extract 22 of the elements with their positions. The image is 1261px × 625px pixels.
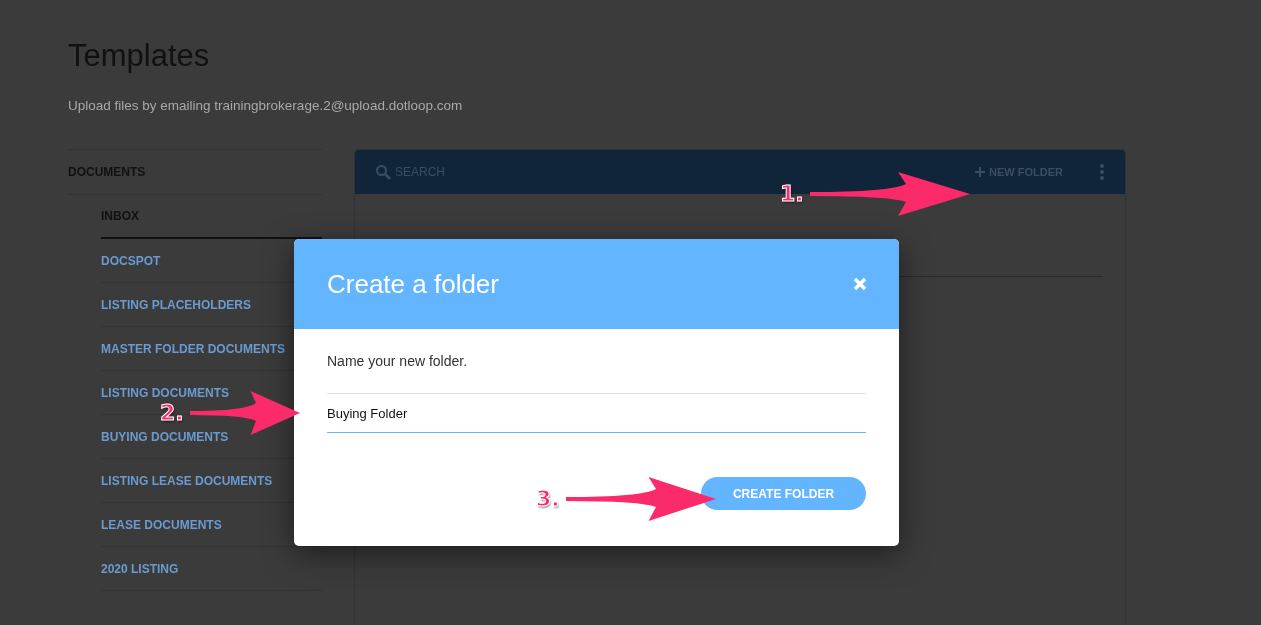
arrow-icon: [565, 475, 716, 523]
step-number: 2.: [160, 402, 184, 424]
search-icon: [375, 164, 391, 180]
sidebar-item[interactable]: LEASE DOCUMENTS: [101, 517, 222, 532]
dialog-title: Create a folder: [327, 268, 499, 300]
sidebar-item[interactable]: LISTING LEASE DOCUMENTS: [101, 473, 273, 488]
dialog-prompt: Name your new folder.: [327, 353, 469, 369]
sidebar-item[interactable]: BUYING DOCUMENTS: [101, 429, 229, 444]
sidebar-item[interactable]: MASTER FOLDER DOCUMENTS: [101, 341, 285, 356]
sidebar-item[interactable]: DOCSPOT: [101, 253, 161, 268]
close-button[interactable]: [853, 277, 867, 291]
upload-instructions: Upload files by emailing trainingbrokerage.2@upload.dotloop.com: [68, 98, 464, 113]
arrow-icon: [809, 170, 970, 218]
step-number: 3.: [536, 488, 560, 510]
plus-icon: [975, 167, 986, 177]
folder-name-field[interactable]: Buying Folder: [327, 393, 866, 433]
create-folder-button[interactable]: CREATE FOLDER: [701, 477, 866, 510]
sidebar-item[interactable]: LISTING DOCUMENTS: [101, 385, 229, 400]
more-icon[interactable]: [1099, 163, 1105, 181]
step-number: 1.: [780, 183, 804, 205]
sidebar-item[interactable]: LISTING PLACEHOLDERS: [101, 297, 251, 312]
sidebar-item[interactable]: 2020 LISTING: [101, 561, 179, 576]
